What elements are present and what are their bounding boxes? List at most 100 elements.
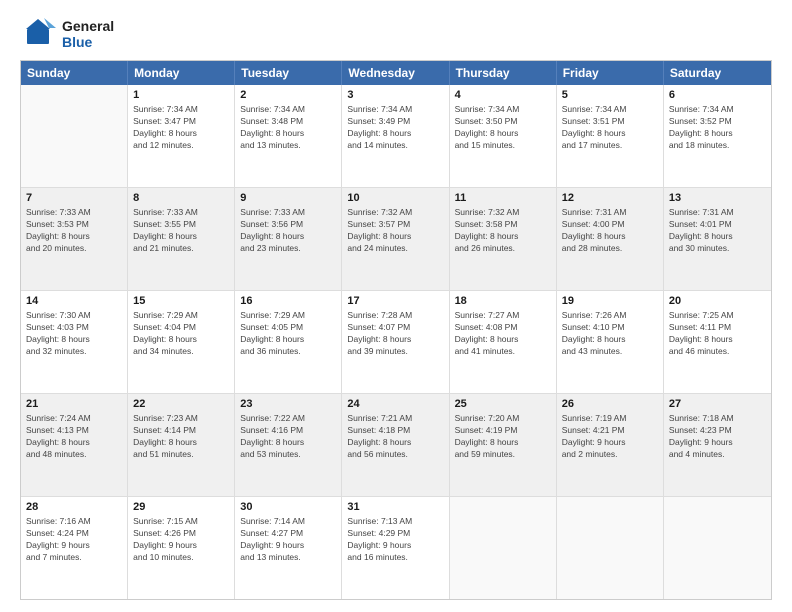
day-number: 5: [562, 88, 658, 103]
cal-header-day: Saturday: [664, 61, 771, 85]
day-info: Sunrise: 7:26 AM Sunset: 4:10 PM Dayligh…: [562, 310, 658, 358]
calendar-cell: 9Sunrise: 7:33 AM Sunset: 3:56 PM Daylig…: [235, 188, 342, 290]
calendar-cell: [557, 497, 664, 599]
day-number: 6: [669, 88, 766, 103]
day-info: Sunrise: 7:31 AM Sunset: 4:01 PM Dayligh…: [669, 207, 766, 255]
day-number: 11: [455, 191, 551, 206]
calendar-cell: 20Sunrise: 7:25 AM Sunset: 4:11 PM Dayli…: [664, 291, 771, 393]
day-number: 24: [347, 397, 443, 412]
calendar: SundayMondayTuesdayWednesdayThursdayFrid…: [20, 60, 772, 600]
calendar-week-row: 7Sunrise: 7:33 AM Sunset: 3:53 PM Daylig…: [21, 188, 771, 291]
day-number: 9: [240, 191, 336, 206]
calendar-cell: 19Sunrise: 7:26 AM Sunset: 4:10 PM Dayli…: [557, 291, 664, 393]
logo-general-label: General: [62, 18, 114, 34]
day-number: 30: [240, 500, 336, 515]
day-number: 3: [347, 88, 443, 103]
day-number: 28: [26, 500, 122, 515]
day-info: Sunrise: 7:20 AM Sunset: 4:19 PM Dayligh…: [455, 413, 551, 461]
calendar-body: 1Sunrise: 7:34 AM Sunset: 3:47 PM Daylig…: [21, 85, 771, 599]
day-number: 29: [133, 500, 229, 515]
cal-header-day: Monday: [128, 61, 235, 85]
calendar-cell: 23Sunrise: 7:22 AM Sunset: 4:16 PM Dayli…: [235, 394, 342, 496]
calendar-cell: 18Sunrise: 7:27 AM Sunset: 4:08 PM Dayli…: [450, 291, 557, 393]
day-info: Sunrise: 7:16 AM Sunset: 4:24 PM Dayligh…: [26, 516, 122, 564]
day-number: 17: [347, 294, 443, 309]
calendar-cell: [21, 85, 128, 187]
day-info: Sunrise: 7:29 AM Sunset: 4:05 PM Dayligh…: [240, 310, 336, 358]
day-number: 4: [455, 88, 551, 103]
day-info: Sunrise: 7:23 AM Sunset: 4:14 PM Dayligh…: [133, 413, 229, 461]
calendar-cell: 15Sunrise: 7:29 AM Sunset: 4:04 PM Dayli…: [128, 291, 235, 393]
logo-text-lines: General Blue: [62, 18, 114, 50]
day-info: Sunrise: 7:34 AM Sunset: 3:48 PM Dayligh…: [240, 104, 336, 152]
day-info: Sunrise: 7:13 AM Sunset: 4:29 PM Dayligh…: [347, 516, 443, 564]
calendar-week-row: 14Sunrise: 7:30 AM Sunset: 4:03 PM Dayli…: [21, 291, 771, 394]
calendar-header-row: SundayMondayTuesdayWednesdayThursdayFrid…: [21, 61, 771, 85]
day-info: Sunrise: 7:29 AM Sunset: 4:04 PM Dayligh…: [133, 310, 229, 358]
calendar-cell: 25Sunrise: 7:20 AM Sunset: 4:19 PM Dayli…: [450, 394, 557, 496]
calendar-cell: 2Sunrise: 7:34 AM Sunset: 3:48 PM Daylig…: [235, 85, 342, 187]
calendar-cell: 3Sunrise: 7:34 AM Sunset: 3:49 PM Daylig…: [342, 85, 449, 187]
day-number: 7: [26, 191, 122, 206]
day-info: Sunrise: 7:15 AM Sunset: 4:26 PM Dayligh…: [133, 516, 229, 564]
day-info: Sunrise: 7:19 AM Sunset: 4:21 PM Dayligh…: [562, 413, 658, 461]
day-number: 23: [240, 397, 336, 412]
calendar-cell: [450, 497, 557, 599]
day-number: 22: [133, 397, 229, 412]
calendar-cell: 21Sunrise: 7:24 AM Sunset: 4:13 PM Dayli…: [21, 394, 128, 496]
calendar-cell: 28Sunrise: 7:16 AM Sunset: 4:24 PM Dayli…: [21, 497, 128, 599]
day-info: Sunrise: 7:34 AM Sunset: 3:47 PM Dayligh…: [133, 104, 229, 152]
cal-header-day: Sunday: [21, 61, 128, 85]
calendar-cell: 10Sunrise: 7:32 AM Sunset: 3:57 PM Dayli…: [342, 188, 449, 290]
day-info: Sunrise: 7:32 AM Sunset: 3:58 PM Dayligh…: [455, 207, 551, 255]
day-number: 21: [26, 397, 122, 412]
page: General Blue SundayMondayTuesdayWednesda…: [0, 0, 792, 612]
calendar-cell: 5Sunrise: 7:34 AM Sunset: 3:51 PM Daylig…: [557, 85, 664, 187]
cal-header-day: Friday: [557, 61, 664, 85]
day-info: Sunrise: 7:32 AM Sunset: 3:57 PM Dayligh…: [347, 207, 443, 255]
day-info: Sunrise: 7:34 AM Sunset: 3:49 PM Dayligh…: [347, 104, 443, 152]
logo-blue-label: Blue: [62, 34, 114, 50]
day-number: 12: [562, 191, 658, 206]
day-number: 8: [133, 191, 229, 206]
cal-header-day: Tuesday: [235, 61, 342, 85]
day-number: 10: [347, 191, 443, 206]
calendar-cell: 12Sunrise: 7:31 AM Sunset: 4:00 PM Dayli…: [557, 188, 664, 290]
logo: General Blue: [20, 16, 114, 52]
day-number: 15: [133, 294, 229, 309]
day-info: Sunrise: 7:25 AM Sunset: 4:11 PM Dayligh…: [669, 310, 766, 358]
day-info: Sunrise: 7:21 AM Sunset: 4:18 PM Dayligh…: [347, 413, 443, 461]
calendar-cell: 7Sunrise: 7:33 AM Sunset: 3:53 PM Daylig…: [21, 188, 128, 290]
day-info: Sunrise: 7:34 AM Sunset: 3:52 PM Dayligh…: [669, 104, 766, 152]
day-info: Sunrise: 7:33 AM Sunset: 3:53 PM Dayligh…: [26, 207, 122, 255]
day-info: Sunrise: 7:18 AM Sunset: 4:23 PM Dayligh…: [669, 413, 766, 461]
day-info: Sunrise: 7:28 AM Sunset: 4:07 PM Dayligh…: [347, 310, 443, 358]
day-info: Sunrise: 7:22 AM Sunset: 4:16 PM Dayligh…: [240, 413, 336, 461]
calendar-cell: 4Sunrise: 7:34 AM Sunset: 3:50 PM Daylig…: [450, 85, 557, 187]
calendar-cell: 22Sunrise: 7:23 AM Sunset: 4:14 PM Dayli…: [128, 394, 235, 496]
calendar-cell: 29Sunrise: 7:15 AM Sunset: 4:26 PM Dayli…: [128, 497, 235, 599]
cal-header-day: Thursday: [450, 61, 557, 85]
cal-header-day: Wednesday: [342, 61, 449, 85]
calendar-cell: 16Sunrise: 7:29 AM Sunset: 4:05 PM Dayli…: [235, 291, 342, 393]
day-info: Sunrise: 7:14 AM Sunset: 4:27 PM Dayligh…: [240, 516, 336, 564]
calendar-cell: 6Sunrise: 7:34 AM Sunset: 3:52 PM Daylig…: [664, 85, 771, 187]
day-number: 19: [562, 294, 658, 309]
day-number: 18: [455, 294, 551, 309]
calendar-cell: 1Sunrise: 7:34 AM Sunset: 3:47 PM Daylig…: [128, 85, 235, 187]
calendar-week-row: 21Sunrise: 7:24 AM Sunset: 4:13 PM Dayli…: [21, 394, 771, 497]
day-info: Sunrise: 7:34 AM Sunset: 3:51 PM Dayligh…: [562, 104, 658, 152]
day-number: 16: [240, 294, 336, 309]
calendar-week-row: 28Sunrise: 7:16 AM Sunset: 4:24 PM Dayli…: [21, 497, 771, 599]
day-number: 26: [562, 397, 658, 412]
day-number: 2: [240, 88, 336, 103]
day-info: Sunrise: 7:24 AM Sunset: 4:13 PM Dayligh…: [26, 413, 122, 461]
calendar-cell: 17Sunrise: 7:28 AM Sunset: 4:07 PM Dayli…: [342, 291, 449, 393]
day-number: 13: [669, 191, 766, 206]
calendar-cell: 27Sunrise: 7:18 AM Sunset: 4:23 PM Dayli…: [664, 394, 771, 496]
day-number: 14: [26, 294, 122, 309]
calendar-cell: 11Sunrise: 7:32 AM Sunset: 3:58 PM Dayli…: [450, 188, 557, 290]
day-info: Sunrise: 7:31 AM Sunset: 4:00 PM Dayligh…: [562, 207, 658, 255]
header: General Blue: [20, 16, 772, 52]
day-number: 31: [347, 500, 443, 515]
